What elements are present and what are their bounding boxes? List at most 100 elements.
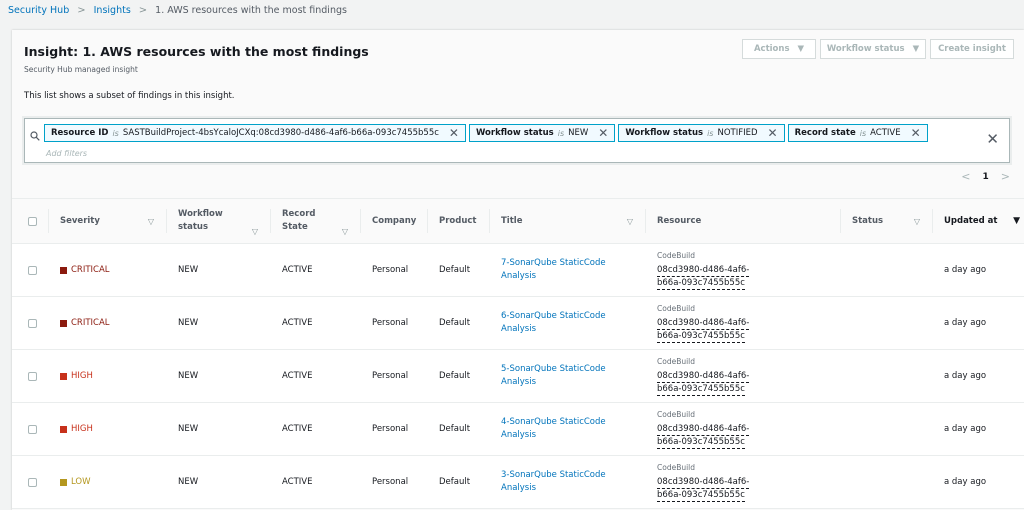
finding-title-link[interactable]: 5-SonarQube StaticCode Analysis — [501, 363, 606, 389]
chevron-right-icon: > — [77, 5, 86, 16]
title-cell: 7-SonarQube StaticCode Analysis — [489, 244, 645, 296]
token-key: Record state — [794, 128, 856, 138]
severity-square-icon — [60, 478, 67, 486]
resource-id-line1[interactable]: 08cd3980-d486-4af6- — [657, 264, 750, 277]
resource-id-line2[interactable]: b66a-093c7455b55c — [657, 330, 745, 343]
col-severity[interactable]: Severity ▽ — [48, 199, 166, 243]
table-row[interactable]: HIGH NEW ACTIVE Personal Default 5-Sonar… — [12, 350, 1024, 403]
row-checkbox[interactable] — [28, 424, 37, 434]
table-row[interactable]: LOW NEW ACTIVE Personal Default 3-SonarQ… — [12, 456, 1024, 509]
updated-cell: a day ago — [944, 424, 987, 434]
actions-button[interactable]: Actions ▼ — [742, 39, 816, 59]
resource-id-line2[interactable]: b66a-093c7455b55c — [657, 277, 745, 290]
clear-filters-icon[interactable]: ✕ — [986, 130, 999, 148]
finding-title-link[interactable]: 6-SonarQube StaticCode Analysis — [501, 310, 606, 336]
resource-type: CodeBuild — [657, 356, 696, 366]
page-title: Insight: 1. AWS resources with the most … — [24, 44, 369, 59]
filter-icon[interactable]: ▽ — [252, 225, 258, 238]
search-icon — [30, 131, 40, 141]
title-line: 3-SonarQube StaticCode — [501, 470, 606, 480]
table-row[interactable]: CRITICAL NEW ACTIVE Personal Default 6-S… — [12, 297, 1024, 350]
col-label: Company — [372, 215, 417, 226]
col-status[interactable]: Status ▽ — [840, 199, 932, 243]
remove-filter-icon[interactable]: ✕ — [598, 126, 608, 140]
select-all-cell — [12, 199, 48, 243]
col-updated-at[interactable]: Updated at ▼ — [932, 199, 1024, 243]
filter-bar[interactable]: Resource ID is SASTBuildProject-4bsYcaloJC… — [24, 118, 1010, 163]
workflow-cell: NEW — [178, 477, 199, 487]
row-checkbox[interactable] — [28, 265, 37, 275]
workflow-cell: NEW — [178, 265, 199, 275]
finding-title-link[interactable]: 4-SonarQube StaticCode Analysis — [501, 416, 606, 442]
resource-id-line1[interactable]: 08cd3980-d486-4af6- — [657, 370, 750, 383]
col-resource[interactable]: Resource — [645, 199, 840, 243]
severity-label: CRITICAL — [71, 265, 110, 275]
remove-filter-icon[interactable]: ✕ — [911, 126, 921, 140]
row-checkbox[interactable] — [28, 477, 37, 487]
workflow-status-button[interactable]: Workflow status ▼ — [820, 39, 926, 59]
resource-id-line1[interactable]: 08cd3980-d486-4af6- — [657, 476, 750, 489]
filter-icon[interactable]: ▽ — [914, 215, 920, 228]
select-all-checkbox[interactable] — [28, 216, 37, 226]
remove-filter-icon[interactable]: ✕ — [449, 126, 459, 140]
col-label: Updated at — [944, 215, 998, 226]
resource-cell: CodeBuild 08cd3980-d486-4af6- b66a-093c745… — [645, 297, 840, 349]
add-filters-input[interactable]: Add filters — [46, 149, 87, 158]
filter-token[interactable]: Workflow status is NOTIFIED ✕ — [618, 124, 785, 142]
breadcrumb-current: 1. AWS resources with the most findings — [155, 5, 347, 16]
resource-id-line1[interactable]: 08cd3980-d486-4af6- — [657, 423, 750, 436]
row-checkbox[interactable] — [28, 318, 37, 328]
finding-title-link[interactable]: 7-SonarQube StaticCode Analysis — [501, 257, 606, 283]
col-label-line: status — [178, 222, 209, 232]
finding-title-link[interactable]: 3-SonarQube StaticCode Analysis — [501, 469, 606, 495]
record-cell: ACTIVE — [282, 477, 313, 487]
sort-desc-icon[interactable]: ▼ — [1013, 215, 1020, 228]
status-cell — [840, 297, 932, 349]
remove-filter-icon[interactable]: ✕ — [768, 126, 778, 140]
resource-id-line2[interactable]: b66a-093c7455b55c — [657, 489, 745, 502]
resource-cell: CodeBuild 08cd3980-d486-4af6- b66a-093c745… — [645, 456, 840, 508]
col-record-state[interactable]: Record State ▽ — [270, 199, 360, 243]
resource-cell: CodeBuild 08cd3980-d486-4af6- b66a-093c745… — [645, 350, 840, 402]
col-product[interactable]: Product — [427, 199, 489, 243]
resource-cell: CodeBuild 08cd3980-d486-4af6- b66a-093c745… — [645, 403, 840, 455]
table-row[interactable]: HIGH NEW ACTIVE Personal Default 4-Sonar… — [12, 403, 1024, 456]
title-cell: 5-SonarQube StaticCode Analysis — [489, 350, 645, 402]
select-cell — [12, 244, 48, 296]
filter-icon[interactable]: ▽ — [342, 225, 348, 238]
col-label: Record State — [282, 208, 315, 234]
workflow-cell: NEW — [178, 318, 199, 328]
status-cell — [840, 403, 932, 455]
table-row[interactable]: CRITICAL NEW ACTIVE Personal Default 7-S… — [12, 244, 1024, 297]
filter-token[interactable]: Workflow status is NEW ✕ — [468, 124, 616, 142]
filter-token[interactable]: Record state is ACTIVE ✕ — [787, 124, 928, 142]
title-line: 5-SonarQube StaticCode — [501, 364, 606, 374]
token-key: Workflow status — [625, 128, 704, 138]
col-company[interactable]: Company — [360, 199, 427, 243]
description: This list shows a subset of findings in … — [24, 91, 235, 101]
resource-type: CodeBuild — [657, 303, 696, 313]
title-line: Analysis — [501, 430, 537, 440]
col-workflow-status[interactable]: Workflow status ▽ — [166, 199, 270, 243]
row-checkbox[interactable] — [28, 371, 37, 381]
prev-page-icon[interactable]: < — [961, 170, 970, 183]
next-page-icon[interactable]: > — [1001, 170, 1010, 183]
pagination: < 1 > — [961, 170, 1010, 183]
filter-icon[interactable]: ▽ — [148, 215, 154, 228]
breadcrumb-insights[interactable]: Insights — [94, 5, 131, 16]
resource-id-line1[interactable]: 08cd3980-d486-4af6- — [657, 317, 750, 330]
resource-id-line2[interactable]: b66a-093c7455b55c — [657, 436, 745, 449]
breadcrumb-security-hub[interactable]: Security Hub — [8, 5, 69, 16]
title-line: Analysis — [501, 483, 537, 493]
filter-icon[interactable]: ▽ — [627, 215, 633, 228]
workflow-label: Workflow status — [826, 44, 905, 54]
severity-label: HIGH — [71, 371, 93, 381]
token-op: is — [557, 128, 565, 138]
page-number[interactable]: 1 — [983, 172, 989, 182]
resource-id-line2[interactable]: b66a-093c7455b55c — [657, 383, 745, 396]
col-title[interactable]: Title ▽ — [489, 199, 645, 243]
filter-token[interactable]: Resource ID is SASTBuildProject-4bsYcaloJC… — [44, 124, 466, 142]
severity-cell: HIGH — [48, 403, 166, 455]
create-insight-button[interactable]: Create insight — [930, 39, 1014, 59]
select-cell — [12, 456, 48, 508]
